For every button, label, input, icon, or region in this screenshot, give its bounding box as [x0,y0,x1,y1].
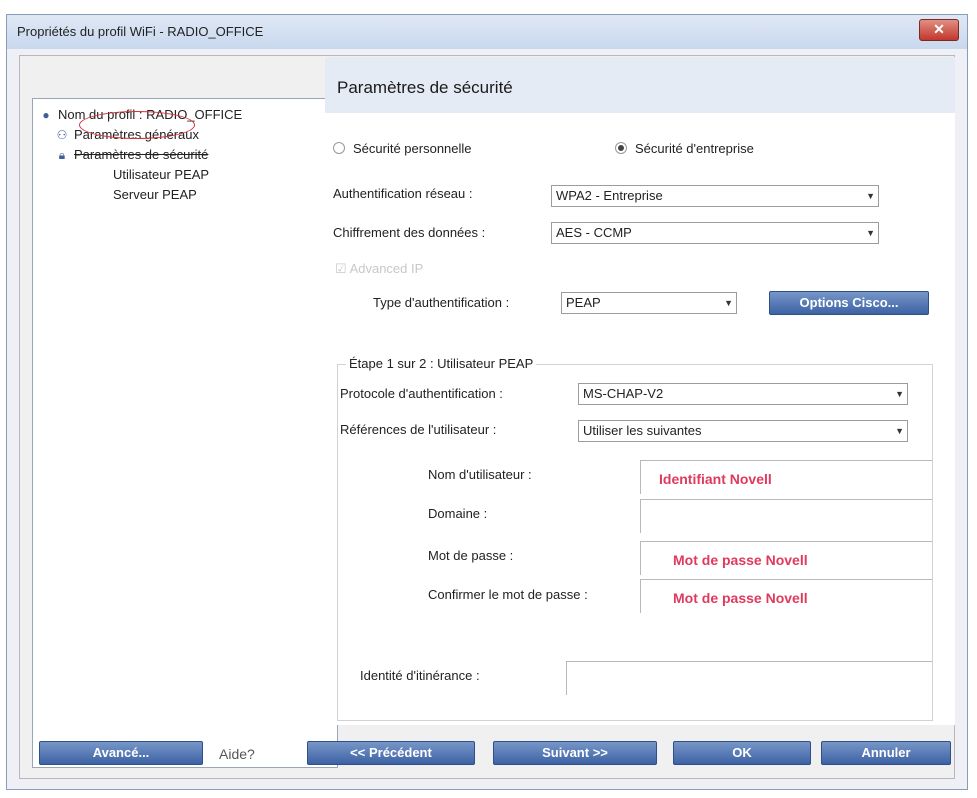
globe-icon: ● [42,108,50,122]
auth-type-select[interactable]: PEAP ▼ [561,292,737,314]
step-legend: Étape 1 sur 2 : Utilisateur PEAP [346,356,537,371]
tree-item-peap-user[interactable]: Utilisateur PEAP [113,167,209,182]
window-title: Propriétés du profil WiFi - RADIO_OFFICE [17,24,264,39]
user-credentials-label: Références de l'utilisateur : [340,422,497,437]
domain-input[interactable] [640,499,932,533]
peap-user-step-group: Étape 1 sur 2 : Utilisateur PEAP Protoco… [337,356,933,721]
tree-item-security-settings[interactable]: 🔒︎ Paramètres de sécurité [55,147,209,163]
chevron-down-icon: ▼ [895,389,904,399]
cisco-options-button[interactable]: Options Cisco... [769,291,929,315]
password-value: Mot de passe Novell [673,552,808,568]
help-link[interactable]: Aide? [219,746,255,762]
profile-tree: ● Nom du profil : RADIO_OFFICE ⚇ Paramètre… [32,98,338,768]
password-label: Mot de passe : [428,548,514,563]
chevron-down-icon: ▼ [866,228,875,238]
radio-enterprise-security[interactable]: Sécurité d'entreprise [615,141,754,156]
cancel-button[interactable]: Annuler [821,741,951,765]
tree-item-peap-server[interactable]: Serveur PEAP [113,187,197,202]
previous-button[interactable]: << Précédent [307,741,475,765]
auth-protocol-label: Protocole d'authentification : [340,386,503,401]
radio-dot [333,142,345,154]
lock-icon: 🔒︎ [58,148,66,162]
confirm-password-input[interactable]: Mot de passe Novell [640,579,932,613]
close-button[interactable]: ✕ [919,19,959,41]
advanced-button[interactable]: Avancé... [39,741,203,765]
roaming-identity-label: Identité d'itinérance : [360,668,480,683]
roaming-identity-input[interactable] [566,661,932,695]
network-auth-label: Authentification réseau : [333,186,473,201]
panel-header: Paramètres de sécurité [325,57,955,113]
chevron-down-icon: ▼ [895,426,904,436]
chevron-down-icon: ▼ [724,298,733,308]
confirm-password-label: Confirmer le mot de passe : [428,587,588,602]
auth-protocol-select[interactable]: MS-CHAP-V2 ▼ [578,383,908,405]
ok-button[interactable]: OK [673,741,811,765]
next-button[interactable]: Suivant >> [493,741,657,765]
security-panel: Paramètres de sécurité Sécurité personne… [325,57,955,725]
data-encryption-select[interactable]: AES - CCMP ▼ [551,222,879,244]
username-value: Identifiant Novell [659,471,772,487]
wifi-profile-dialog: Propriétés du profil WiFi - RADIO_OFFICE… [6,14,968,790]
username-input[interactable]: Identifiant Novell [640,460,932,494]
chevron-down-icon: ▼ [866,191,875,201]
settings-icon: ⚇ [56,128,68,142]
annotation-circle [79,111,195,139]
radio-personal-security[interactable]: Sécurité personnelle [333,141,472,156]
user-credentials-select[interactable]: Utiliser les suivantes ▼ [578,420,908,442]
auth-type-label: Type d'authentification : [373,295,510,310]
confirm-password-value: Mot de passe Novell [673,590,808,606]
network-auth-select[interactable]: WPA2 - Entreprise ▼ [551,185,879,207]
panel-title: Paramètres de sécurité [337,78,513,97]
radio-dot-selected [615,142,627,154]
title-bar: Propriétés du profil WiFi - RADIO_OFFICE… [7,15,967,49]
password-input[interactable]: Mot de passe Novell [640,541,932,575]
domain-label: Domaine : [428,506,488,521]
data-encryption-label: Chiffrement des données : [333,225,486,240]
username-label: Nom d'utilisateur : [428,467,532,482]
disabled-checkbox: ☑ Advanced IP [335,261,424,276]
